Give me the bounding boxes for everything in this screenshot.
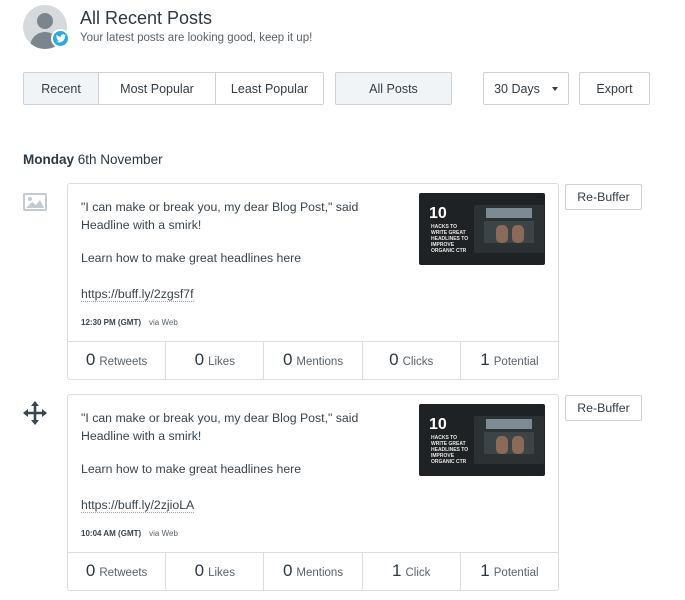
stat-value: 0 (85, 561, 96, 580)
stat-label: Clicks (402, 356, 434, 368)
rebuffer-button[interactable]: Re-Buffer (565, 395, 642, 421)
thumb-number: 10 (429, 205, 447, 222)
stat-mentions: 0 Mentions (263, 553, 361, 590)
stat-label: Likes (208, 567, 235, 579)
tab-most-popular[interactable]: Most Popular (98, 73, 215, 104)
sort-segmented-control: Recent Most Popular Least Popular (23, 72, 324, 105)
stat-potential: 1 Potential (459, 342, 558, 379)
stat-likes: 0 Likes (165, 342, 263, 379)
post-stats: 0 Retweets 0 Likes 0 Mentions 1 Click 1 Poten… (68, 552, 558, 590)
stat-potential: 1 Potential (459, 553, 558, 590)
stat-value: 0 (282, 561, 293, 580)
post-link[interactable]: https://buff.ly/2zjioLA (81, 498, 195, 513)
page-title: All Recent Posts (80, 8, 213, 28)
move-arrows-icon[interactable] (23, 401, 47, 430)
day-date: 6th November (77, 152, 163, 167)
post-learn-text: Learn how to make great headlines here (81, 251, 302, 265)
stat-label: Potential (493, 567, 539, 579)
stat-clicks: 0 Clicks (361, 342, 460, 379)
export-button[interactable]: Export (579, 72, 650, 105)
twitter-icon (51, 29, 70, 48)
rebuffer-button[interactable]: Re-Buffer (565, 184, 642, 210)
stat-value: 1 (392, 561, 402, 580)
tab-least-popular[interactable]: Least Popular (215, 73, 323, 104)
post-thumbnail[interactable]: 10 HACKS TO WRITE GREAT HEADLINES TO IMP… (419, 193, 545, 265)
laptop-image (474, 205, 544, 253)
stat-retweets: 0 Retweets (68, 342, 165, 379)
stat-value: 0 (389, 350, 399, 369)
stat-mentions: 0 Mentions (263, 342, 361, 379)
post-learn-text: Learn how to make great headlines here (81, 462, 302, 476)
post-thumbnail[interactable]: 10 HACKS TO WRITE GREAT HEADLINES TO IMP… (419, 404, 545, 476)
post-via: via Web (149, 318, 178, 327)
range-select[interactable]: 30 Days (483, 72, 569, 105)
post-card: "I can make or break you, my dear Blog P… (67, 394, 559, 591)
caret-down-icon (551, 86, 558, 91)
laptop-image (474, 416, 544, 464)
post-time: 12:30 PM (GMT) (81, 318, 142, 327)
post-stats: 0 Retweets 0 Likes 0 Mentions 0 Clicks 1 Pote… (68, 341, 558, 379)
thumb-caption: HACKS TO WRITE GREAT HEADLINES TO IMPROV… (431, 224, 469, 254)
stat-value: 0 (282, 350, 293, 369)
stat-value: 0 (85, 350, 96, 369)
stat-value: 0 (194, 561, 205, 580)
stat-label: Potential (493, 356, 539, 368)
all-posts-button[interactable]: All Posts (335, 72, 452, 105)
tab-recent[interactable]: Recent (24, 73, 98, 104)
post-via: via Web (149, 529, 178, 538)
stat-value: 0 (194, 350, 205, 369)
day-heading: Monday 6th November (23, 152, 163, 167)
post-meta: 10:04 AM (GMT) via Web (81, 529, 178, 538)
stat-label: Retweets (99, 567, 148, 579)
range-select-value: 30 Days (494, 81, 540, 96)
post-card: "I can make or break you, my dear Blog P… (67, 183, 559, 380)
page-subtitle: Your latest posts are looking good, keep… (80, 32, 313, 44)
stat-retweets: 0 Retweets (68, 553, 165, 590)
stat-label: Likes (208, 356, 235, 368)
stat-label: Mentions (296, 567, 344, 579)
post-text: "I can make or break you, my dear Blog P… (81, 200, 359, 232)
post-time: 10:04 AM (GMT) (81, 529, 142, 538)
day-weekday: Monday (23, 152, 75, 167)
stat-clicks: 1 Click (361, 553, 460, 590)
stat-value: 1 (480, 350, 490, 369)
thumb-caption: HACKS TO WRITE GREAT HEADLINES TO IMPROV… (431, 435, 469, 465)
stat-likes: 0 Likes (165, 553, 263, 590)
stat-label: Mentions (296, 356, 344, 368)
post-meta: 12:30 PM (GMT) via Web (81, 318, 178, 327)
post-link[interactable]: https://buff.ly/2zgsf7f (81, 287, 194, 302)
post-text: "I can make or break you, my dear Blog P… (81, 411, 359, 443)
thumb-number: 10 (429, 416, 447, 433)
stat-value: 1 (480, 561, 490, 580)
image-icon (23, 193, 47, 216)
stat-label: Retweets (99, 356, 148, 368)
stat-label: Click (405, 567, 431, 579)
